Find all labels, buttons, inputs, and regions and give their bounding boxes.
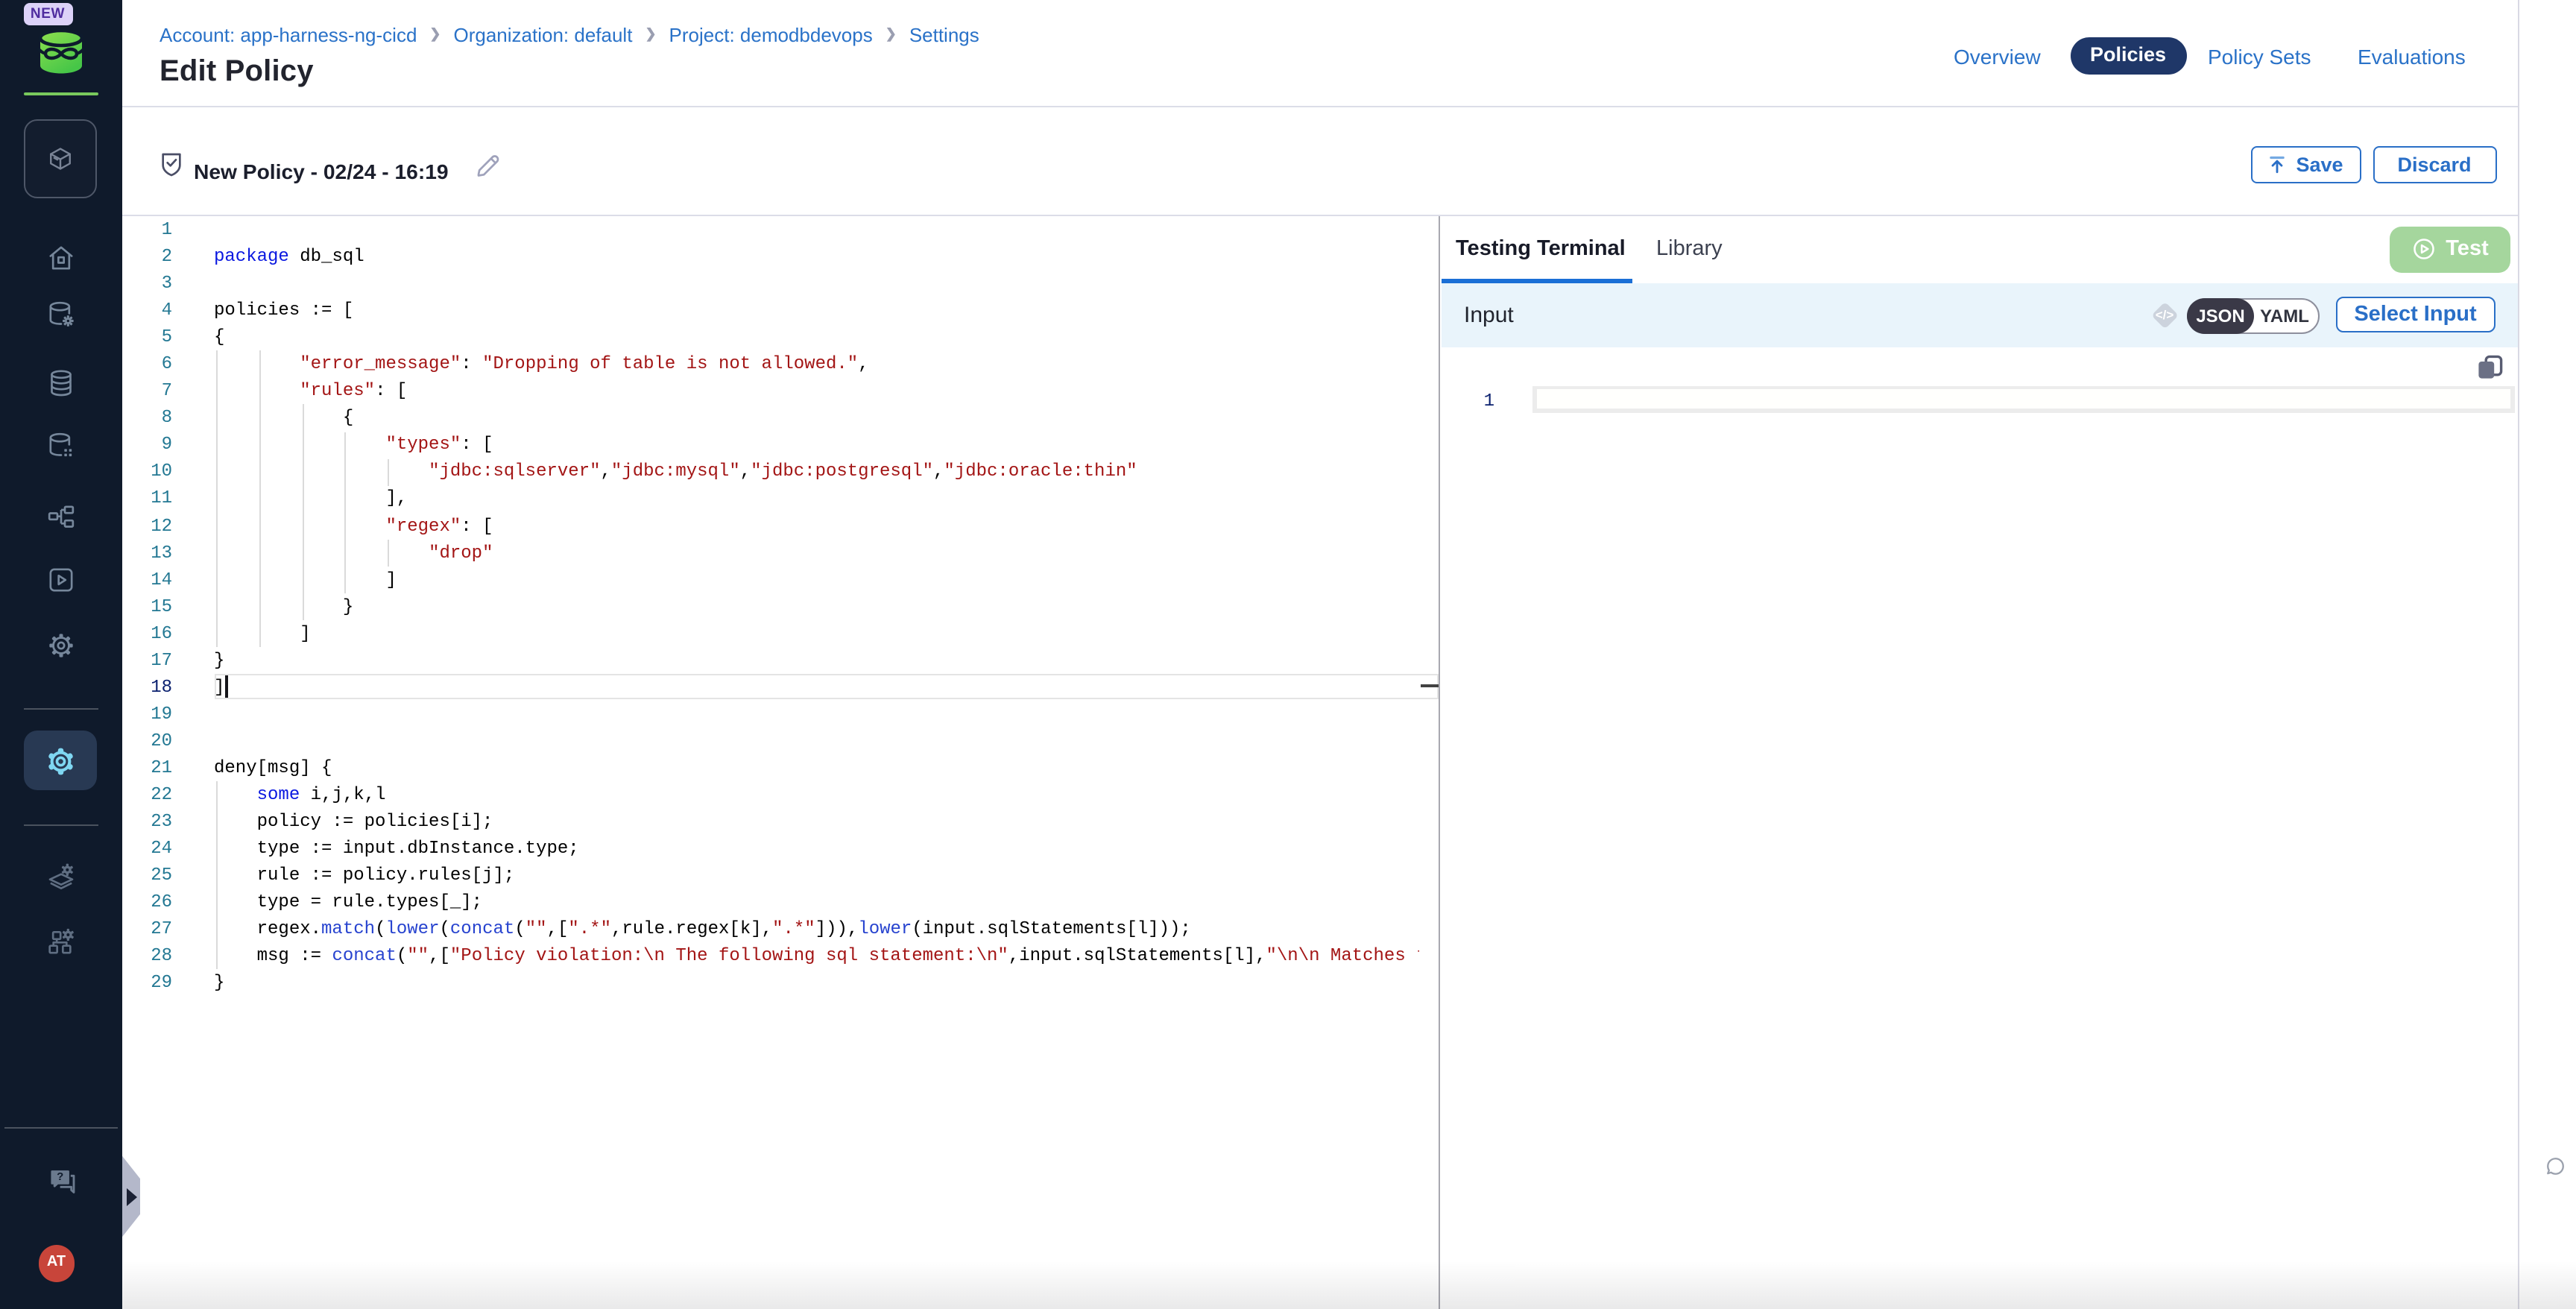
svg-text:?: ? [56, 1170, 63, 1183]
